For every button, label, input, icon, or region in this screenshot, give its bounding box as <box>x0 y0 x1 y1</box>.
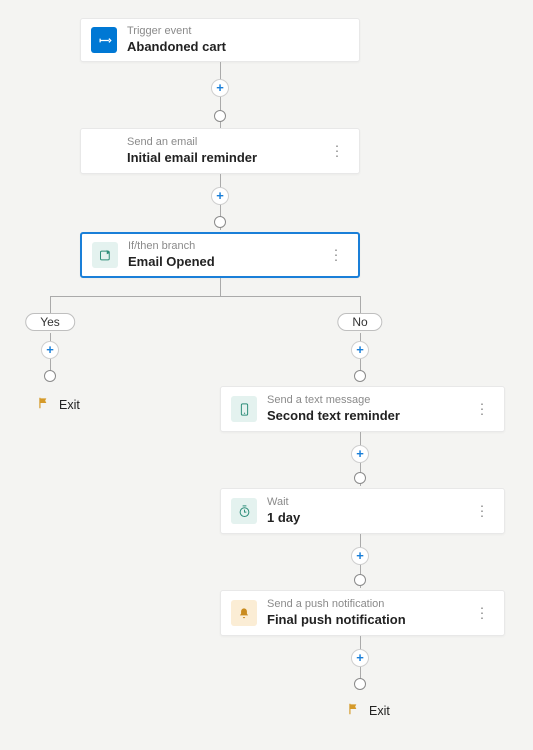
branch-icon <box>92 242 118 268</box>
trigger-icon <box>91 27 117 53</box>
push-menu[interactable]: ⋮ <box>471 603 494 624</box>
email-icon <box>91 138 117 164</box>
add-step-button[interactable]: + <box>211 79 229 97</box>
wait-type: Wait <box>267 495 300 509</box>
branch-text: If/then branch Email Opened <box>128 239 215 270</box>
add-step-button-yes[interactable]: + <box>41 341 59 359</box>
sms-menu[interactable]: ⋮ <box>471 399 494 420</box>
add-step-button[interactable]: + <box>211 187 229 205</box>
sms-type: Send a text message <box>267 393 400 407</box>
wait-node[interactable]: Wait 1 day ⋮ <box>220 488 505 534</box>
connector <box>220 278 221 296</box>
wait-menu[interactable]: ⋮ <box>471 501 494 522</box>
sms-text: Send a text message Second text reminder <box>267 393 400 424</box>
email-title: Initial email reminder <box>127 150 257 167</box>
connector-dot <box>44 370 56 382</box>
sms-icon <box>231 396 257 422</box>
exit-yes: Exit <box>37 396 80 413</box>
branch-node[interactable]: If/then branch Email Opened ⋮ <box>80 232 360 278</box>
wait-icon <box>231 498 257 524</box>
add-step-button[interactable]: + <box>351 445 369 463</box>
connector-dot <box>214 216 226 228</box>
trigger-title: Abandoned cart <box>127 39 226 56</box>
branch-menu[interactable]: ⋮ <box>325 245 348 266</box>
connector-dot <box>354 678 366 690</box>
branch-type: If/then branch <box>128 239 215 253</box>
email-type: Send an email <box>127 135 257 149</box>
sms-title: Second text reminder <box>267 408 400 425</box>
exit-label: Exit <box>369 704 390 718</box>
connector-dot <box>354 472 366 484</box>
add-step-button[interactable]: + <box>351 547 369 565</box>
add-step-button[interactable]: + <box>351 649 369 667</box>
journey-canvas: Trigger event Abandoned cart + Send an e… <box>0 0 533 750</box>
push-type: Send a push notification <box>267 597 406 611</box>
connector-dot <box>354 370 366 382</box>
branch-yes-label[interactable]: Yes <box>25 313 75 331</box>
exit-label: Exit <box>59 398 80 412</box>
push-text: Send a push notification Final push noti… <box>267 597 406 628</box>
email-menu[interactable]: ⋮ <box>326 141 349 162</box>
flag-icon <box>37 396 51 413</box>
branch-no-label[interactable]: No <box>337 313 382 331</box>
push-node[interactable]: Send a push notification Final push noti… <box>220 590 505 636</box>
email-node[interactable]: Send an email Initial email reminder ⋮ <box>80 128 360 174</box>
connector-dot <box>214 110 226 122</box>
connector <box>50 296 360 297</box>
branch-title: Email Opened <box>128 254 215 271</box>
sms-node[interactable]: Send a text message Second text reminder… <box>220 386 505 432</box>
wait-title: 1 day <box>267 510 300 527</box>
wait-text: Wait 1 day <box>267 495 300 526</box>
bell-icon <box>231 600 257 626</box>
trigger-type: Trigger event <box>127 24 226 38</box>
email-text: Send an email Initial email reminder <box>127 135 257 166</box>
exit-no: Exit <box>347 702 390 719</box>
push-title: Final push notification <box>267 612 406 629</box>
trigger-text: Trigger event Abandoned cart <box>127 24 226 55</box>
flag-icon <box>347 702 361 719</box>
trigger-node[interactable]: Trigger event Abandoned cart <box>80 18 360 62</box>
connector-dot <box>354 574 366 586</box>
add-step-button-no[interactable]: + <box>351 341 369 359</box>
